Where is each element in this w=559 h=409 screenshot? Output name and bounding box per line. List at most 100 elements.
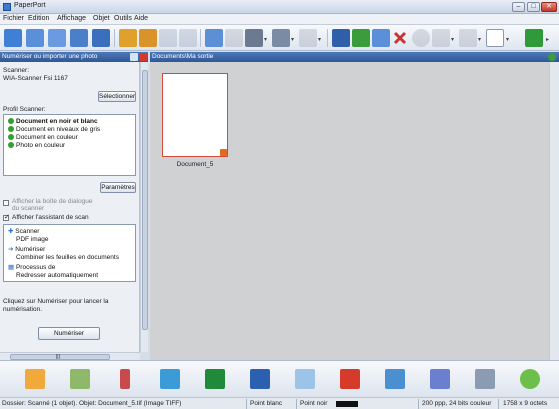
- filter-dropdown-icon[interactable]: ▾: [318, 36, 321, 43]
- sniptool-icon[interactable]: [120, 369, 130, 389]
- thumbnail-badge-icon: [220, 149, 227, 156]
- thumbnail-label: Document_5: [176, 161, 214, 168]
- menu-aide[interactable]: Aide: [134, 15, 148, 22]
- profile-item[interactable]: Photo en couleur: [8, 142, 65, 149]
- profile-item[interactable]: Document en couleur: [8, 134, 78, 141]
- status-size: 1758 x 9 octets: [503, 400, 548, 407]
- profile-item[interactable]: Document en noir et blanc: [8, 118, 98, 125]
- stack-icon[interactable]: [332, 29, 350, 47]
- show-assistant-checkbox[interactable]: [3, 213, 10, 221]
- pc-icon[interactable]: [245, 29, 263, 47]
- scanner-label: Scanner:: [3, 67, 30, 74]
- action-item[interactable]: ➔ Numériser: [8, 245, 45, 253]
- action-item[interactable]: ✚ Scanner: [8, 227, 39, 235]
- copy-icon[interactable]: [372, 29, 390, 47]
- layout-dropdown-icon[interactable]: ▾: [506, 36, 509, 43]
- profile-item[interactable]: Document en niveaux de gris: [8, 126, 100, 133]
- recycle-icon[interactable]: [520, 369, 540, 389]
- layout-icon[interactable]: [486, 29, 504, 47]
- pdf-red-icon[interactable]: [340, 369, 360, 389]
- scan-icon: ✚: [8, 228, 14, 235]
- options-button[interactable]: Paramètres: [100, 182, 136, 193]
- left-vertical-scrollbar[interactable]: [140, 62, 148, 352]
- menu-affichage[interactable]: Affichage: [57, 15, 86, 22]
- list-icon[interactable]: [272, 29, 290, 47]
- pagethumb-icon[interactable]: [70, 29, 88, 47]
- left-horizontal-scrollbar[interactable]: |||: [0, 352, 140, 360]
- pageview-icon[interactable]: [205, 29, 223, 47]
- scroll-thumb[interactable]: [142, 70, 148, 330]
- scan-app-icon[interactable]: [385, 369, 405, 389]
- actions-list: ✚ Scanner PDF image ➔ Numériser Combiner…: [3, 224, 136, 282]
- menu-fichier[interactable]: Fichier: [3, 15, 24, 22]
- panel-options-icon[interactable]: [130, 53, 138, 61]
- menu-bar: Fichier Edition Affichage Objet Outils A…: [0, 14, 559, 25]
- 3d-icon[interactable]: [160, 369, 180, 389]
- rotate-dropdown-icon[interactable]: ▾: [451, 36, 454, 43]
- delete-icon[interactable]: [393, 31, 407, 45]
- show-icon[interactable]: [92, 29, 110, 47]
- scan-button[interactable]: Numériser: [38, 327, 100, 340]
- black-swatch: [336, 401, 358, 407]
- send-to-bar: [0, 360, 559, 397]
- toolbar: ▾ ▾ ▾ ▾ ▾ ▾ ▸: [0, 25, 559, 51]
- document-icon[interactable]: [48, 29, 66, 47]
- left-panel-header: Numériser ou importer une photo: [0, 52, 148, 62]
- left-panel-title: Numériser ou importer une photo: [2, 53, 98, 60]
- hint-text: Cliquez sur Numériser pour lancer la num…: [3, 298, 109, 313]
- profiles-label: Profil Scanner:: [3, 106, 46, 113]
- list-dropdown-icon[interactable]: ▾: [291, 36, 294, 43]
- close-button[interactable]: ✕: [541, 2, 557, 12]
- action-item[interactable]: ▦ Processus de: [8, 263, 55, 271]
- action-item[interactable]: Redresser automatiquement: [16, 272, 98, 279]
- action-item[interactable]: Combiner les feuilles en documents: [16, 254, 119, 261]
- status-selection: Dossier: Scanné (1 objet). Objet: Docume…: [2, 400, 182, 407]
- help-icon[interactable]: [525, 29, 543, 47]
- excel-icon[interactable]: [205, 369, 225, 389]
- ocr-icon[interactable]: [412, 29, 430, 47]
- scan-icon[interactable]: [26, 29, 44, 47]
- filter-icon[interactable]: [299, 29, 317, 47]
- process-icon: ▦: [8, 264, 15, 271]
- action-item[interactable]: PDF image: [16, 236, 49, 243]
- canvas-scrollbar[interactable]: [549, 62, 559, 360]
- show-dialog-label-2: du scanner: [12, 205, 45, 212]
- window-title: PaperPort: [14, 2, 46, 9]
- notepad-icon[interactable]: [295, 369, 315, 389]
- profile-dot-icon: [8, 134, 14, 140]
- profiles-list: Document en noir et blanc Document en ni…: [3, 114, 136, 176]
- menu-objet[interactable]: Objet: [93, 15, 110, 22]
- show-dialog-checkbox[interactable]: [3, 200, 9, 206]
- select-scanner-button[interactable]: Sélectionner: [98, 91, 136, 102]
- arrange-dropdown-icon[interactable]: ▾: [478, 36, 481, 43]
- folders-icon[interactable]: [4, 29, 22, 47]
- folder-icon[interactable]: [25, 369, 45, 389]
- printer-icon[interactable]: [475, 369, 495, 389]
- scan-panel: Scanner: WIA-Scanner Fsi 1167 Sélectionn…: [0, 62, 140, 352]
- paint-icon[interactable]: [430, 369, 450, 389]
- highlight-icon[interactable]: [179, 29, 197, 47]
- grid-icon[interactable]: [225, 29, 243, 47]
- send-icon[interactable]: [119, 29, 137, 47]
- status-black-point: Point noir: [300, 400, 328, 407]
- unstack-icon[interactable]: [352, 29, 370, 47]
- minimize-button[interactable]: –: [512, 2, 525, 12]
- status-white-point: Point blanc: [250, 400, 283, 407]
- refresh-icon[interactable]: [548, 53, 556, 61]
- document-thumbnail[interactable]: [162, 73, 228, 157]
- word-icon[interactable]: [250, 369, 270, 389]
- title-bar: PaperPort – □ ✕: [0, 0, 559, 14]
- maximize-button[interactable]: □: [527, 2, 540, 12]
- menu-outils[interactable]: Outils: [114, 15, 132, 22]
- panel-close-icon[interactable]: [139, 53, 147, 61]
- pc-dropdown-icon[interactable]: ▾: [264, 36, 267, 43]
- image-icon[interactable]: [139, 29, 157, 47]
- mail-icon[interactable]: [70, 369, 90, 389]
- status-bar: Dossier: Scanné (1 objet). Objet: Docume…: [0, 397, 559, 409]
- profile-dot-icon: [8, 126, 14, 132]
- more-icon[interactable]: ▸: [546, 36, 549, 43]
- pencil-icon[interactable]: [159, 29, 177, 47]
- menu-edition[interactable]: Edition: [28, 15, 49, 22]
- arrange-icon[interactable]: [459, 29, 477, 47]
- rotate-icon[interactable]: [432, 29, 450, 47]
